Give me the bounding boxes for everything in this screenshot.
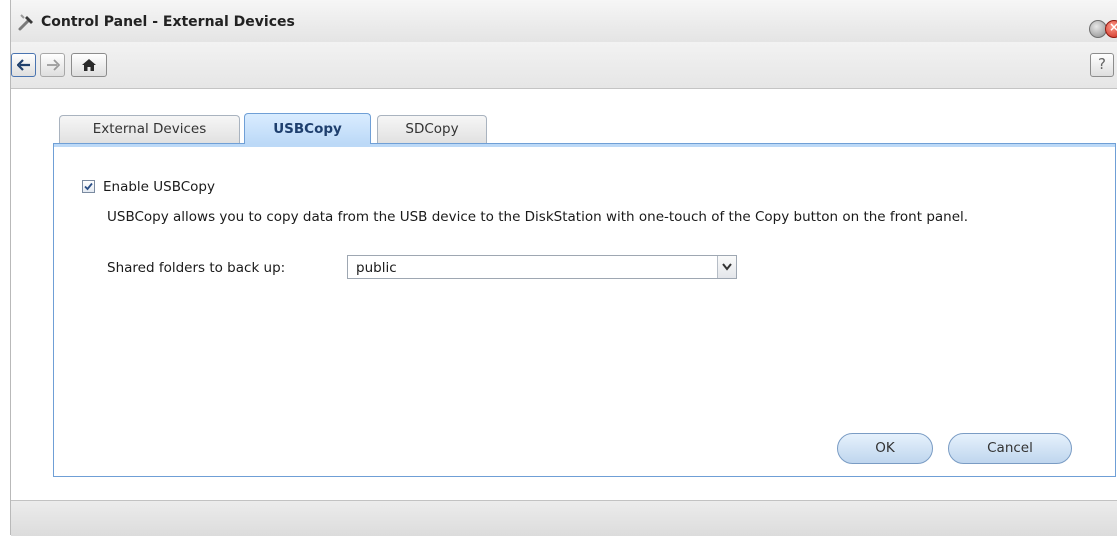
usbcopy-description: USBCopy allows you to copy data from the… — [107, 209, 969, 225]
panel-divider — [54, 144, 1115, 147]
control-panel-window: Control Panel - External Devices × ? Ext… — [10, 0, 1117, 536]
window-title: Control Panel - External Devices — [41, 14, 295, 30]
forward-button[interactable] — [40, 53, 65, 77]
help-icon: ? — [1098, 55, 1106, 73]
status-bar — [11, 500, 1117, 536]
enable-usbcopy-label[interactable]: Enable USBCopy — [103, 179, 215, 195]
close-icon[interactable]: × — [1105, 20, 1117, 38]
back-arrow-icon — [16, 59, 30, 71]
home-icon — [82, 59, 96, 71]
title-bar: Control Panel - External Devices × — [11, 0, 1117, 42]
shared-folders-label: Shared folders to back up: — [107, 260, 286, 276]
cancel-button[interactable]: Cancel — [948, 433, 1072, 464]
chevron-down-icon — [722, 263, 732, 271]
ok-button[interactable]: OK — [837, 433, 933, 464]
content-area: External Devices USBCopy SDCopy Enable U… — [11, 89, 1117, 500]
back-button[interactable] — [11, 53, 36, 77]
enable-usbcopy-checkbox[interactable] — [82, 180, 95, 193]
home-button[interactable] — [71, 53, 107, 77]
tab-sdcopy[interactable]: SDCopy — [377, 115, 487, 143]
tab-external-devices[interactable]: External Devices — [59, 115, 240, 143]
help-button[interactable]: ? — [1090, 53, 1114, 77]
toolbar: ? — [11, 42, 1117, 89]
usbcopy-panel: Enable USBCopy USBCopy allows you to cop… — [53, 143, 1116, 477]
dropdown-toggle[interactable] — [717, 256, 736, 278]
shared-folders-value: public — [356, 260, 397, 276]
checkmark-icon — [84, 182, 93, 191]
tab-usbcopy[interactable]: USBCopy — [244, 113, 371, 144]
forward-arrow-icon — [46, 59, 60, 71]
shared-folders-select[interactable]: public — [347, 255, 737, 279]
tools-icon — [18, 14, 33, 31]
